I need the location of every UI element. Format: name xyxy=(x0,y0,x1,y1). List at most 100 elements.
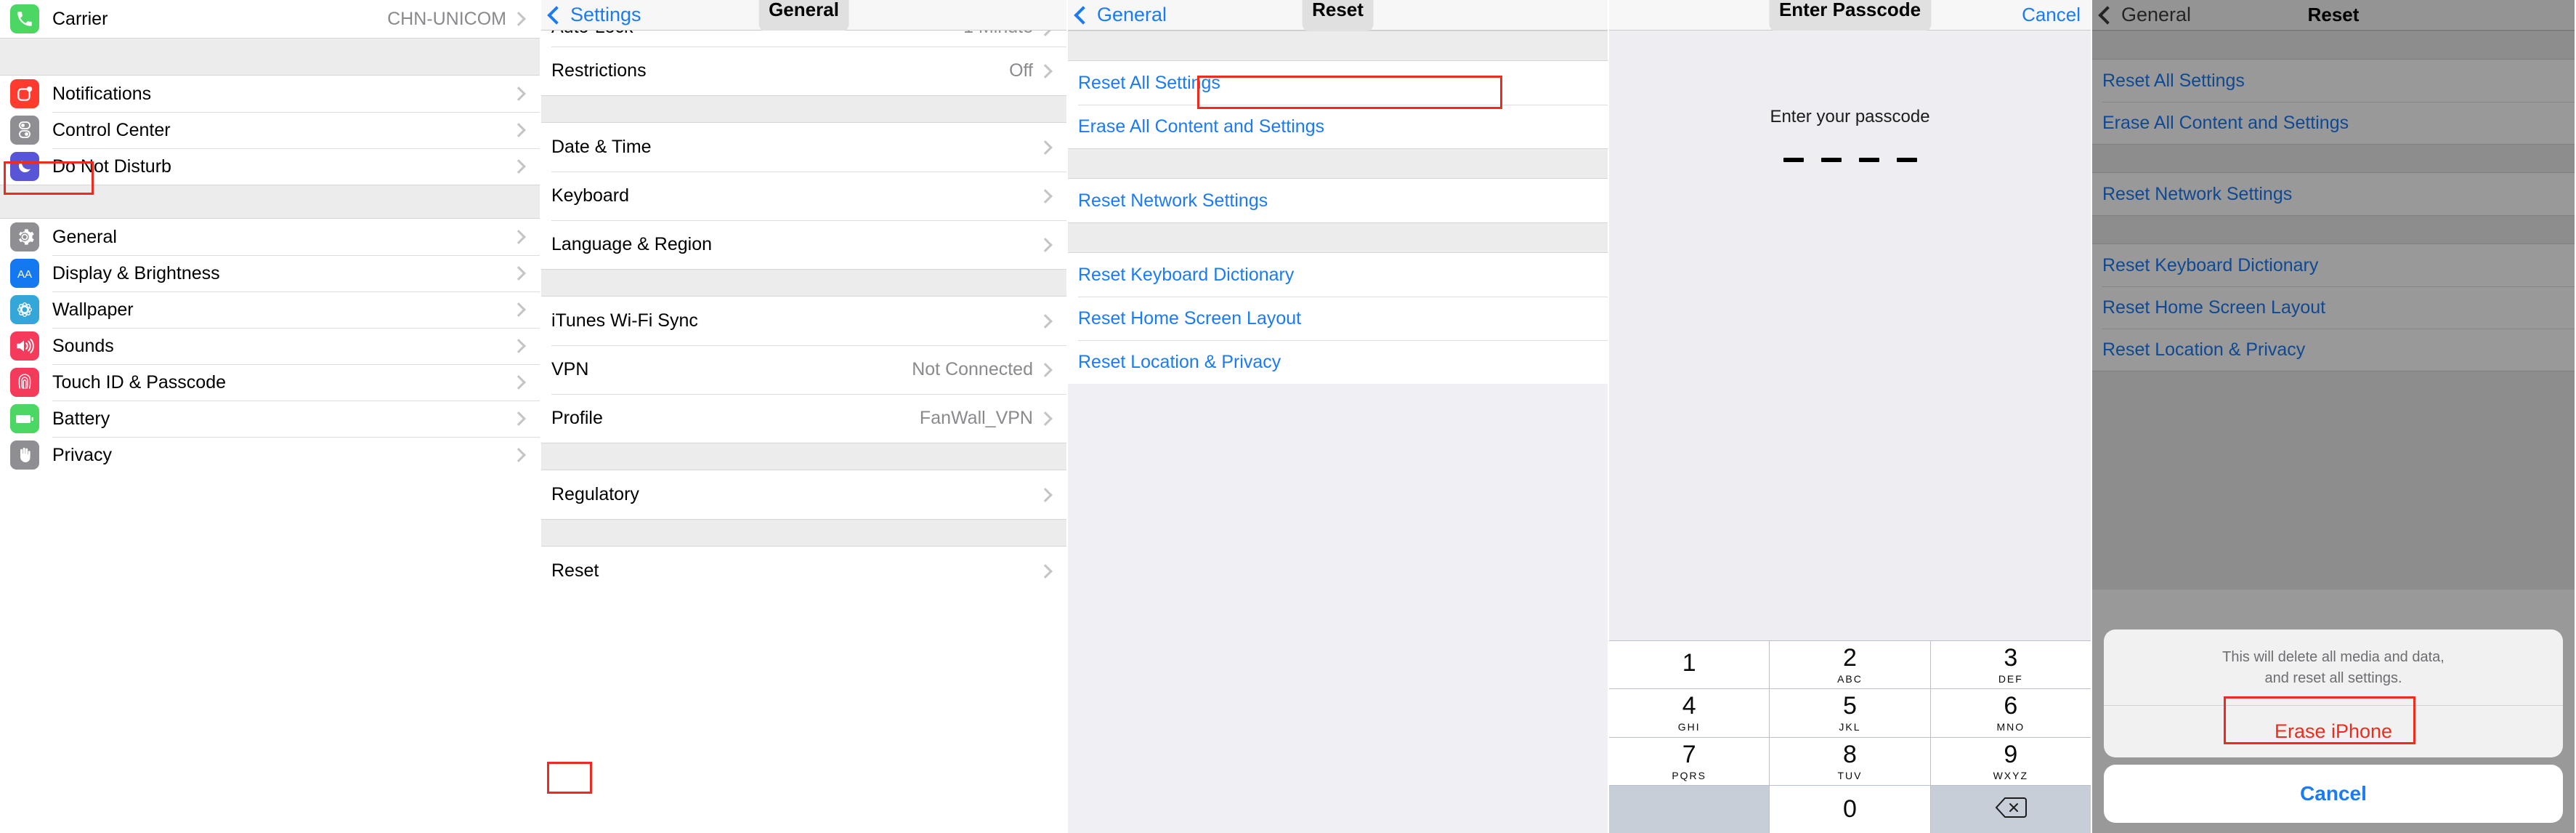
keypad-letters: JKL xyxy=(1839,721,1861,733)
settings-row-carrier[interactable]: Carrier CHN-UNICOM xyxy=(0,0,540,38)
keypad-key-8[interactable]: 8 TUV xyxy=(1770,737,1930,785)
keypad-key-7[interactable]: 7 PQRS xyxy=(1609,737,1770,785)
passcode-spacer xyxy=(1609,241,2091,640)
settings-row-sounds[interactable]: Sounds xyxy=(0,328,540,364)
keypad-letters: PQRS xyxy=(1672,769,1706,781)
keypad-key-4[interactable]: 4 GHI xyxy=(1609,689,1770,737)
cancel-button[interactable]: Cancel xyxy=(2022,4,2081,26)
keypad-letters: ABC xyxy=(1837,673,1863,685)
settings-row-privacy[interactable]: Privacy xyxy=(0,437,540,473)
panel-general: Settings General Auto-Lock 1 Minute Rest… xyxy=(541,0,1068,833)
chevron-right-icon xyxy=(1038,31,1053,36)
general-row-keyboard[interactable]: Keyboard xyxy=(541,172,1066,220)
general-row-regulatory[interactable]: Regulatory xyxy=(541,470,1066,519)
settings-row-label: Notifications xyxy=(52,83,152,104)
general-row-label: Keyboard xyxy=(551,185,630,206)
reset-row-reset-keyboard-dictionary[interactable]: Reset Keyboard Dictionary xyxy=(1068,253,1608,297)
reset-navbar: General Reset xyxy=(1068,0,1608,31)
general-row-label: VPN xyxy=(551,359,589,379)
keypad-digit: 8 xyxy=(1843,740,1857,768)
settings-row-label: Carrier xyxy=(52,8,108,29)
general-row-value: Off xyxy=(1009,60,1033,81)
general-row-restrictions[interactable]: Restrictions Off xyxy=(541,47,1066,95)
keypad-key-0[interactable]: 0 xyxy=(1770,785,1930,833)
chevron-right-icon xyxy=(511,86,526,101)
chevron-right-icon xyxy=(511,230,526,244)
keypad-digit: 5 xyxy=(1843,692,1857,720)
settings-row-wallpaper[interactable]: Wallpaper xyxy=(0,291,540,328)
settings-row-label: Privacy xyxy=(52,444,112,465)
display-brightness-icon: AA xyxy=(10,259,39,288)
general-row-label: Profile xyxy=(551,408,603,428)
reset-row-reset-home-screen-layout[interactable]: Reset Home Screen Layout xyxy=(1068,297,1608,340)
settings-group-carrier: Carrier CHN-UNICOM xyxy=(0,0,540,38)
general-row-vpn[interactable]: VPN Not Connected xyxy=(541,345,1066,394)
cancel-button[interactable]: Cancel xyxy=(2104,765,2563,823)
reset-row-erase-all-content[interactable]: Erase All Content and Settings xyxy=(1068,105,1608,148)
svg-text:AA: AA xyxy=(17,268,32,281)
keypad-key-3[interactable]: 3 DEF xyxy=(1930,641,2091,689)
settings-row-battery[interactable]: Battery xyxy=(0,401,540,437)
general-row-language-region[interactable]: Language & Region xyxy=(541,220,1066,269)
page-title: Enter Passcode xyxy=(1768,0,1932,31)
battery-icon xyxy=(10,404,39,433)
settings-row-notifications[interactable]: Notifications xyxy=(0,76,540,112)
control-center-icon xyxy=(10,116,39,145)
chevron-right-icon xyxy=(511,123,526,137)
general-group-1: Auto-Lock 1 Minute Restrictions Off xyxy=(541,31,1066,95)
settings-row-control-center[interactable]: Control Center xyxy=(0,112,540,148)
wallpaper-icon xyxy=(10,295,39,324)
moon-icon xyxy=(10,152,39,181)
back-button-general[interactable]: General xyxy=(1068,5,1167,25)
fingerprint-icon xyxy=(10,368,39,397)
settings-group-general: General AA Display & Brightness Wallpape… xyxy=(0,219,540,473)
hand-icon xyxy=(10,440,39,470)
general-row-value: Not Connected xyxy=(912,359,1033,379)
chevron-right-icon xyxy=(511,266,526,281)
reset-row-label: Reset Location & Privacy xyxy=(1078,351,1281,372)
chevron-right-icon xyxy=(1038,362,1053,377)
keypad-letters: DEF xyxy=(1998,673,2023,685)
highlight-box-reset xyxy=(547,762,592,794)
general-row-label: Reset xyxy=(551,560,599,581)
general-row-reset[interactable]: Reset xyxy=(541,547,1066,595)
reset-row-label: Reset Network Settings xyxy=(1078,190,1268,211)
reset-row-reset-all-settings[interactable]: Reset All Settings xyxy=(1068,61,1608,105)
chevron-right-icon xyxy=(1038,313,1053,329)
keypad-key-blank xyxy=(1609,785,1770,833)
reset-row-reset-network-settings[interactable]: Reset Network Settings xyxy=(1068,179,1608,222)
back-button-settings[interactable]: Settings xyxy=(541,5,641,25)
keypad-letters: MNO xyxy=(1996,721,2025,733)
chevron-right-icon xyxy=(511,448,526,462)
general-row-auto-lock[interactable]: Auto-Lock 1 Minute xyxy=(541,31,1066,47)
settings-row-label: General xyxy=(52,226,117,247)
reset-group-2: Reset Network Settings xyxy=(1068,179,1608,222)
settings-row-touch-id-passcode[interactable]: Touch ID & Passcode xyxy=(0,364,540,401)
settings-row-label: Control Center xyxy=(52,119,171,140)
erase-iphone-button[interactable]: Erase iPhone xyxy=(2104,706,2563,757)
keypad-key-2[interactable]: 2 ABC xyxy=(1770,641,1930,689)
settings-row-display-brightness[interactable]: AA Display & Brightness xyxy=(0,255,540,291)
phone-icon xyxy=(10,4,39,33)
gear-icon xyxy=(10,222,39,251)
keypad-digit: 1 xyxy=(1682,649,1696,677)
settings-row-do-not-disturb[interactable]: Do Not Disturb xyxy=(0,148,540,185)
chevron-right-icon xyxy=(1038,140,1053,155)
keypad-letters: WXYZ xyxy=(1993,769,2029,781)
general-group-5: Reset xyxy=(541,547,1066,595)
keypad-key-6[interactable]: 6 MNO xyxy=(1930,689,2091,737)
general-row-date-time[interactable]: Date & Time xyxy=(541,123,1066,172)
keypad-key-delete[interactable] xyxy=(1930,785,2091,833)
reset-row-label: Reset All Settings xyxy=(1078,72,1220,93)
keypad-key-9[interactable]: 9 WXYZ xyxy=(1930,737,2091,785)
settings-group-spacer-2 xyxy=(0,185,540,219)
keypad-key-5[interactable]: 5 JKL xyxy=(1770,689,1930,737)
general-row-itunes-wifi-sync[interactable]: iTunes Wi-Fi Sync xyxy=(541,297,1066,345)
keypad-key-1[interactable]: 1 xyxy=(1609,641,1770,689)
reset-row-reset-location-privacy[interactable]: Reset Location & Privacy xyxy=(1068,340,1608,384)
general-row-profile[interactable]: Profile FanWall_VPN xyxy=(541,394,1066,443)
general-group-2: Date & Time Keyboard Language & Region xyxy=(541,123,1066,269)
settings-row-general[interactable]: General xyxy=(0,219,540,255)
chevron-right-icon xyxy=(511,411,526,426)
general-spacer-1 xyxy=(541,95,1066,123)
